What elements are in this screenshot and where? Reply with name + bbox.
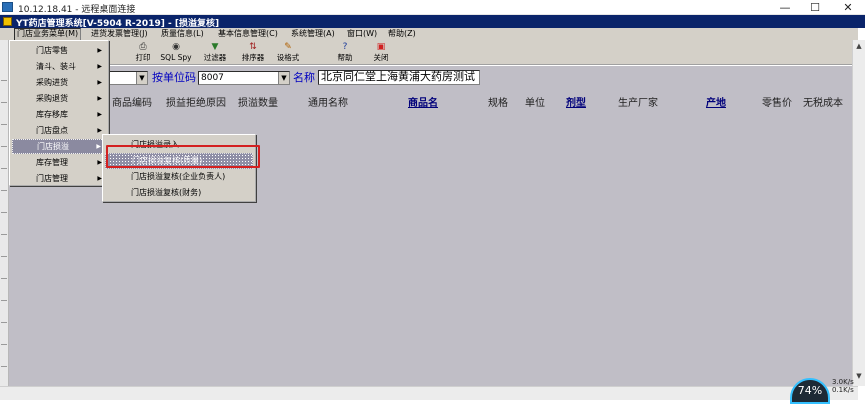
upload-speed: 3.0K/s — [832, 378, 854, 386]
name-value: 北京同仁堂上海黄浦大药房测试 — [321, 70, 475, 83]
menu-item-store-retail[interactable]: 门店零售 ▶ — [12, 43, 106, 58]
col-origin[interactable]: 产地 — [706, 97, 726, 111]
col-spec[interactable]: 规格 — [488, 97, 508, 111]
help-icon: ? — [342, 42, 348, 52]
maximize-button[interactable]: ☐ — [800, 0, 830, 15]
menu-bar: 门店业务菜单(M) 进货发票管理(J) 质量信息(L) 基本信息管理(C) 系统… — [0, 28, 858, 42]
scroll-up-icon[interactable]: ▲ — [853, 40, 865, 52]
col-manufacturer[interactable]: 生产厂家 — [618, 97, 658, 111]
toolbar: ▦ 预览 ⎙ 打印 ◉ SQL Spy ▼ 过滤器 ⇅ 排序器 ✎ 设格式 ? … — [0, 40, 858, 65]
client-area — [0, 66, 858, 386]
name-label: 名称 — [293, 71, 315, 84]
submenu-loss-review-finance[interactable]: 门店损溢复核(财务) — [105, 185, 253, 201]
chevron-down-icon[interactable]: ▼ — [278, 72, 289, 84]
gauge-icon: 74% — [790, 378, 830, 404]
toolbar-sql-spy-button[interactable]: ◉ SQL Spy — [157, 41, 195, 64]
horizontal-scrollbar[interactable] — [0, 386, 858, 400]
col-unit[interactable]: 单位 — [525, 97, 545, 111]
menu-item-store-management[interactable]: 门店管理 ▶ — [12, 171, 106, 186]
annotation-highlight-box — [106, 145, 260, 168]
col-loss-quantity[interactable]: 损溢数量 — [238, 97, 278, 111]
download-speed: 0.1K/s — [832, 386, 854, 394]
col-product-name[interactable]: 商品名 — [408, 97, 438, 111]
store-business-menu: 门店零售 ▶ 清斗、装斗 ▶ 采购进货 ▶ 采购退货 ▶ 库存移库 ▶ 门店盘点 ▶ 门店损… — [9, 40, 109, 186]
app-icon — [3, 17, 12, 26]
menu-window[interactable]: 窗口(W) — [345, 28, 379, 40]
toolbar-filter-button[interactable]: ▼ 过滤器 — [196, 41, 234, 64]
close-icon: ▣ — [376, 42, 386, 52]
toolbar-format-button[interactable]: ✎ 设格式 — [269, 41, 307, 64]
submenu-arrow-icon: ▶ — [97, 79, 102, 86]
vertical-scrollbar[interactable]: ▲ ▼ — [852, 40, 865, 386]
speed-readout: 3.0K/s 0.1K/s — [832, 378, 854, 394]
unit-code-label: 按单位码 — [152, 71, 196, 84]
chevron-down-icon[interactable]: ▼ — [136, 72, 147, 84]
col-reject-reason[interactable]: 损益拒绝原因 — [166, 97, 226, 111]
name-field[interactable]: 北京同仁堂上海黄浦大药房测试 — [318, 70, 480, 85]
menu-item-hopper[interactable]: 清斗、装斗 ▶ — [12, 59, 106, 74]
menu-system[interactable]: 系统管理(A) — [289, 28, 337, 40]
toolbar-close-button[interactable]: ▣ 关闭 — [362, 41, 400, 64]
col-dosage-form[interactable]: 剂型 — [566, 97, 586, 111]
menu-basic-info[interactable]: 基本信息管理(C) — [216, 28, 280, 40]
sql-icon: ◉ — [172, 42, 180, 52]
gauge-percent: 74% — [797, 384, 823, 397]
filter-icon: ▼ — [211, 42, 219, 52]
menu-invoice[interactable]: 进货发票管理(J) — [89, 28, 150, 40]
col-product-code[interactable]: 商品编码 — [112, 97, 152, 111]
submenu-arrow-icon: ▶ — [97, 47, 102, 54]
menu-quality[interactable]: 质量信息(L) — [159, 28, 206, 40]
menu-item-inventory[interactable]: 库存管理 ▶ — [12, 155, 106, 170]
minimize-button[interactable]: — — [770, 0, 800, 15]
menu-item-store-loss[interactable]: 门店损溢 ▶ — [12, 139, 106, 154]
submenu-arrow-icon: ▶ — [97, 111, 102, 118]
unit-code-value: 8007 — [201, 73, 224, 83]
menu-item-stock-transfer[interactable]: 库存移库 ▶ — [12, 107, 106, 122]
grid-header: 商品编码 损益拒绝原因 损溢数量 通用名称 商品名 规格 单位 剂型 生产厂家 … — [0, 97, 858, 111]
remote-desktop-title: 10.12.18.41 - 远程桌面连接 — [18, 5, 136, 15]
remote-desktop-titlebar: 10.12.18.41 - 远程桌面连接 — ☐ ✕ — [0, 0, 865, 15]
remote-desktop-icon — [2, 2, 13, 12]
submenu-arrow-icon: ▶ — [96, 143, 101, 150]
toolbar-help-button[interactable]: ? 帮助 — [326, 41, 364, 64]
submenu-loss-review-manager[interactable]: 门店损溢复核(企业负责人) — [105, 169, 253, 185]
format-icon: ✎ — [284, 42, 292, 52]
app-titlebar: YT药店管理系统[V-5904 R-2019] - [损溢复核] — [0, 15, 865, 29]
submenu-arrow-icon: ▶ — [97, 95, 102, 102]
col-cost-ex-tax[interactable]: 无税成本 — [803, 97, 843, 111]
col-common-name[interactable]: 通用名称 — [308, 97, 348, 111]
menu-item-purchase-in[interactable]: 采购进货 ▶ — [12, 75, 106, 90]
submenu-arrow-icon: ▶ — [97, 63, 102, 70]
unit-code-combo[interactable]: 8007 ▼ — [198, 71, 290, 85]
close-window-button[interactable]: ✕ — [833, 0, 863, 15]
col-retail-price[interactable]: 零售价 — [762, 97, 792, 111]
sort-icon: ⇅ — [249, 42, 257, 52]
menu-item-purchase-return[interactable]: 采购退货 ▶ — [12, 91, 106, 106]
network-monitor-widget[interactable]: 74% 3.0K/s 0.1K/s — [790, 374, 865, 404]
menu-item-stock-count[interactable]: 门店盘点 ▶ — [12, 123, 106, 138]
left-gutter — [0, 40, 9, 386]
toolbar-sort-button[interactable]: ⇅ 排序器 — [234, 41, 272, 64]
menu-help[interactable]: 帮助(Z) — [386, 28, 418, 40]
print-icon: ⎙ — [139, 42, 147, 52]
